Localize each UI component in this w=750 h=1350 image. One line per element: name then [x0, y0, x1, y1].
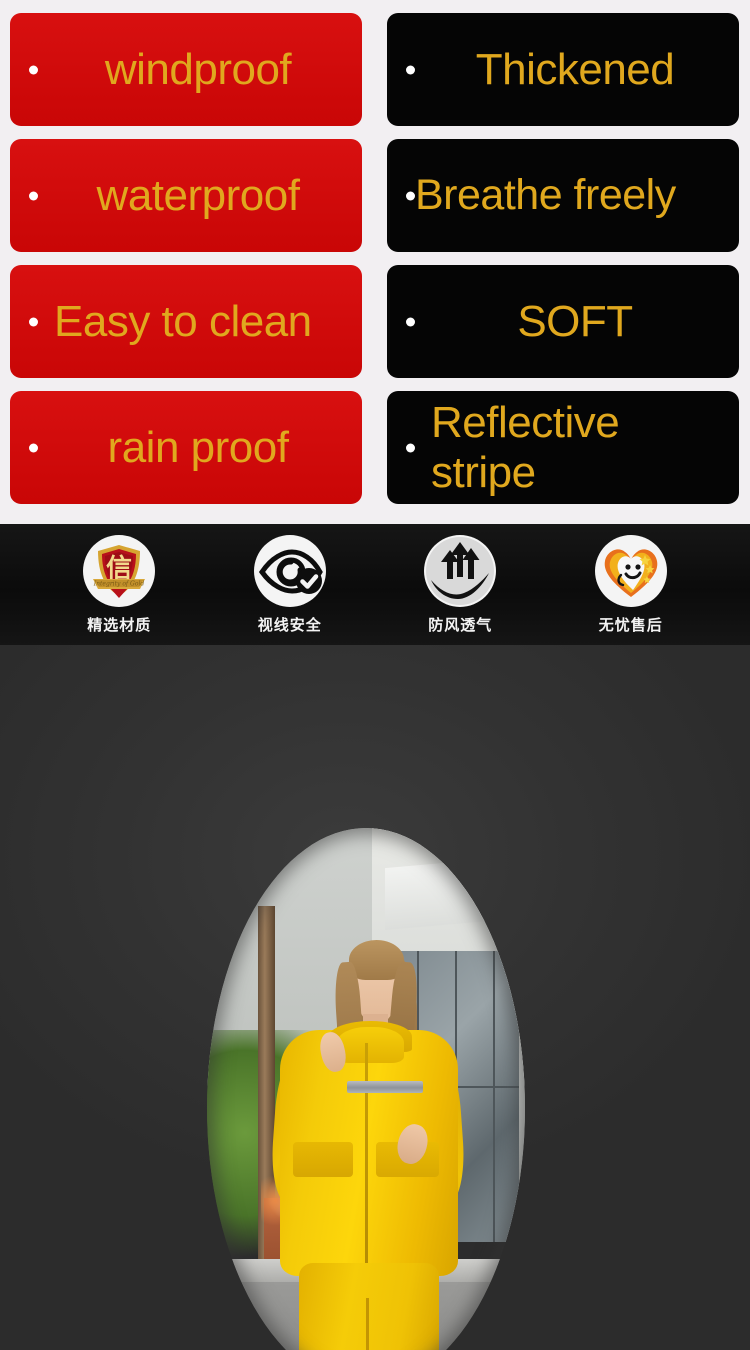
product-hero-photo [0, 645, 750, 1350]
feature-easy-to-clean: Easy to clean [10, 265, 362, 378]
trust-badge-strip: 信 Integrity of Gold 精选材质 视线安全 防风透气 无忧售后 [0, 524, 750, 645]
bullet-dot-icon [29, 191, 38, 200]
feature-reflective-stripe: Reflective stripe [387, 391, 739, 504]
feature-windproof: windproof [10, 13, 362, 126]
feature-row: waterproof Breathe freely [10, 139, 742, 252]
bullet-dot-icon [29, 317, 38, 326]
feature-label: Easy to clean [54, 296, 312, 346]
trust-label: 视线安全 [257, 616, 322, 634]
yellow-rain-pants [299, 1262, 440, 1350]
feature-breathe-freely: Breathe freely [387, 139, 739, 252]
feature-label: Breathe freely [415, 171, 676, 220]
trust-label: 防风透气 [428, 616, 493, 634]
heart-smile-icon [594, 535, 667, 607]
product-detail-page: windproof Thickened waterproof Breathe f… [0, 0, 750, 1350]
trust-item-breathable: 防风透气 [395, 535, 525, 635]
bullet-dot-icon [29, 443, 38, 452]
feature-label: SOFT [517, 296, 633, 346]
shield-trust-icon: 信 Integrity of Gold [83, 535, 156, 607]
jacket-collar [337, 1027, 405, 1064]
heart-smile-icon-glyph [604, 549, 658, 597]
feature-soft: SOFT [387, 265, 739, 378]
jacket-zipper [364, 1043, 369, 1268]
feature-label: waterproof [96, 170, 300, 220]
breathable-arrows-icon-glyph [426, 537, 495, 605]
jacket-pocket [292, 1141, 354, 1178]
feature-row: windproof Thickened [10, 13, 742, 126]
feature-waterproof: waterproof [10, 139, 362, 252]
bullet-dot-icon [406, 191, 415, 200]
trust-label: 无忧售后 [598, 616, 663, 634]
trust-item-material: 信 Integrity of Gold 精选材质 [54, 535, 184, 635]
eye-check-icon [253, 535, 326, 607]
feature-rain-proof: rain proof [10, 391, 362, 504]
bullet-dot-icon [406, 317, 415, 326]
feature-thickened: Thickened [387, 13, 739, 126]
pants-seam [366, 1298, 369, 1350]
scene-awning [385, 855, 525, 930]
feature-label: rain proof [107, 422, 289, 472]
svg-text:Integrity of Gold: Integrity of Gold [93, 581, 145, 588]
feature-badge-grid: windproof Thickened waterproof Breathe f… [0, 0, 750, 524]
bullet-dot-icon [29, 65, 38, 74]
model-figure [207, 940, 525, 1350]
street-scene [207, 828, 525, 1350]
breathable-arrows-icon [424, 535, 497, 607]
oval-photo-mask [207, 828, 525, 1350]
feature-label: windproof [104, 44, 292, 94]
trust-item-after-sales: 无忧售后 [566, 535, 696, 635]
eye-check-icon-glyph [258, 549, 323, 594]
trust-item-vision-safety: 视线安全 [225, 535, 355, 635]
reflective-stripe [346, 1081, 424, 1093]
feature-label: Thickened [475, 44, 675, 94]
bullet-dot-icon [406, 65, 415, 74]
bullet-dot-icon [406, 443, 415, 452]
feature-row: Easy to clean SOFT [10, 265, 742, 378]
feature-row: rain proof Reflective stripe [10, 391, 742, 504]
feature-label: Reflective stripe [431, 398, 620, 497]
shield-trust-icon-glyph: 信 Integrity of Gold [93, 545, 146, 598]
trust-label: 精选材质 [87, 616, 152, 634]
